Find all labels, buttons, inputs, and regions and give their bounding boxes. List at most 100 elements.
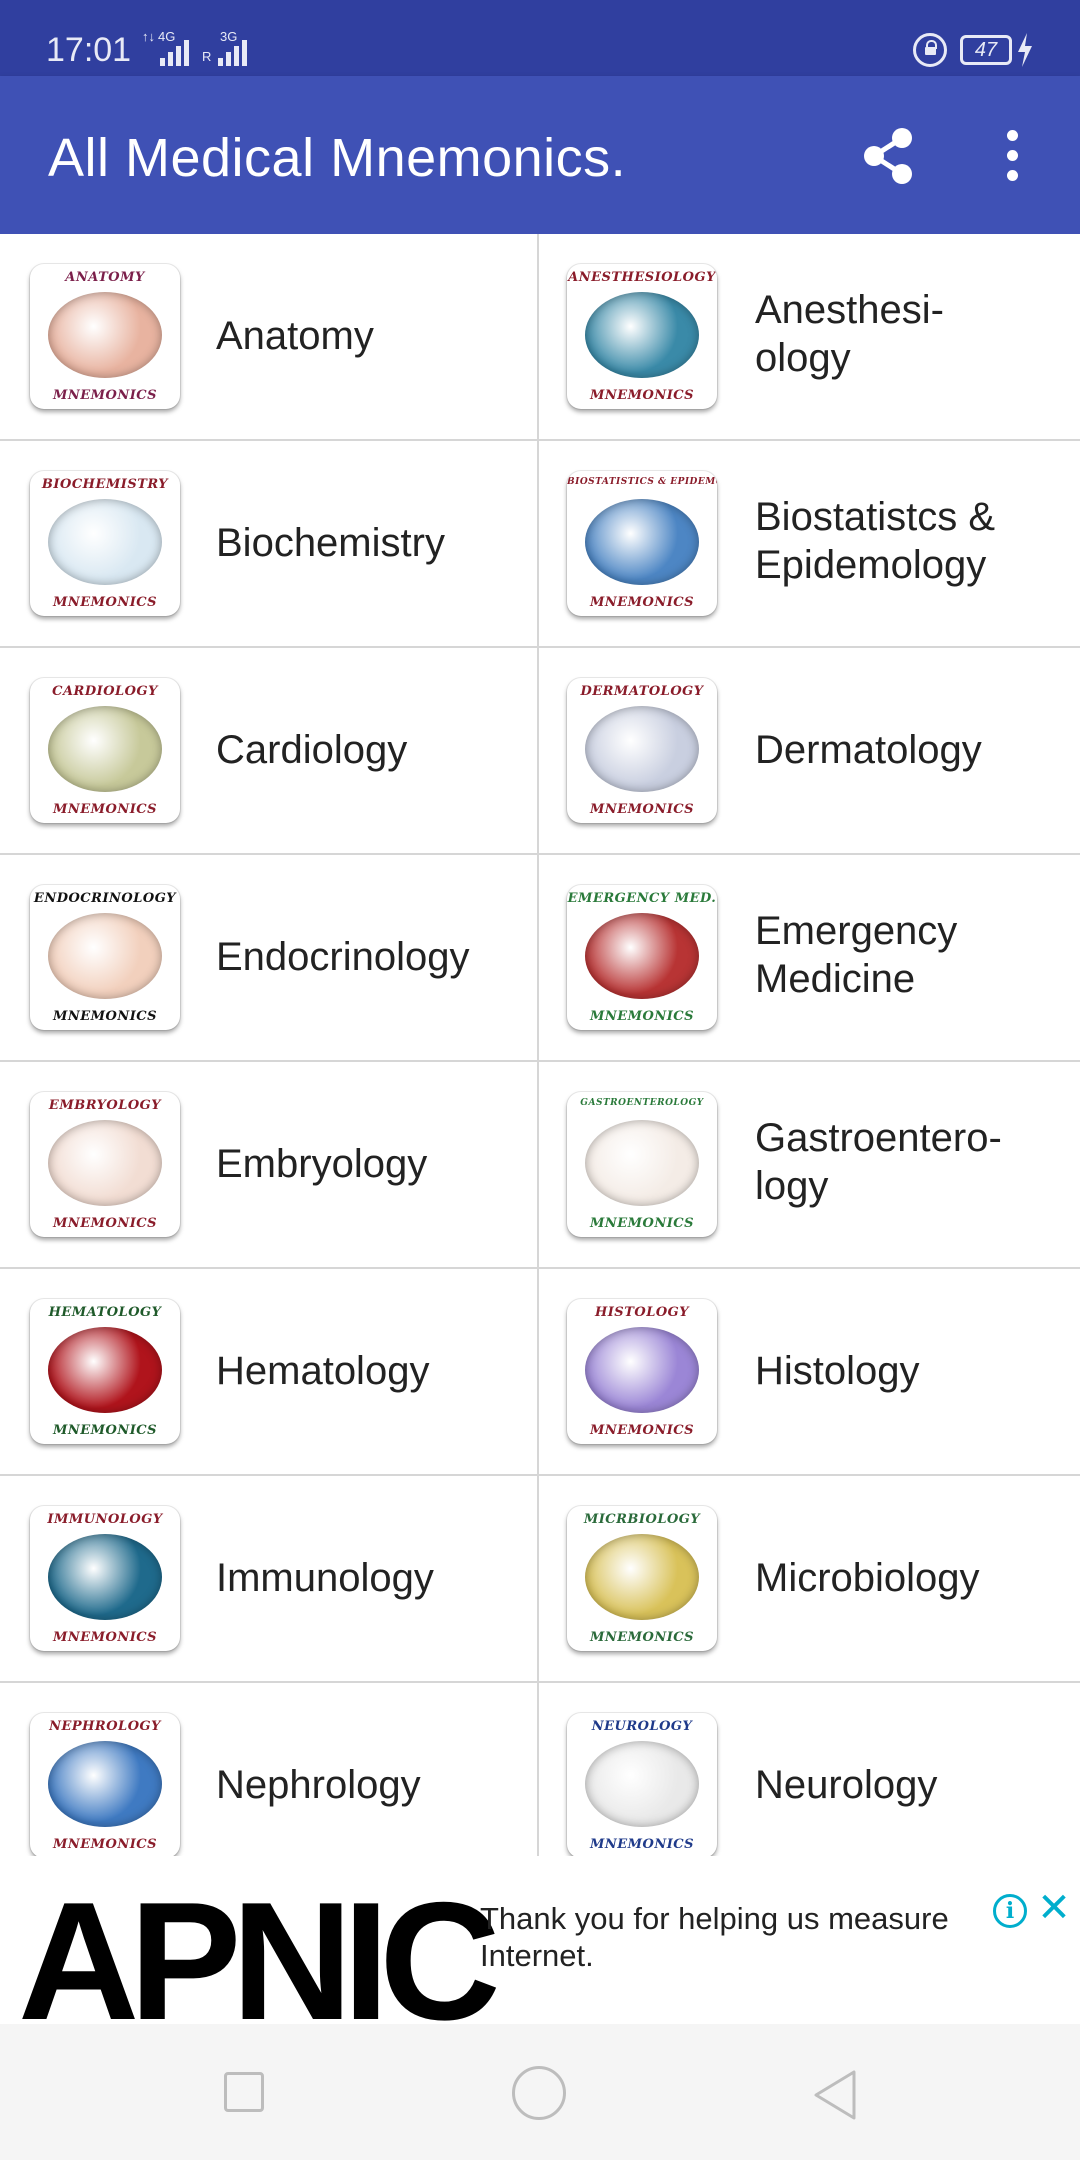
rotation-lock-icon: [913, 33, 947, 67]
thumbnail-image: [585, 1120, 699, 1206]
recents-square-icon[interactable]: [224, 2072, 264, 2112]
category-thumbnail-icon: BIOSTATISTICS & EPIDEMOLOGY MNEMONICS: [567, 471, 717, 616]
thumbnail-banner-text: DERMATOLOGY: [580, 684, 704, 699]
thumbnail-banner-text: MICRBIOLOGY: [583, 1512, 701, 1527]
category-item[interactable]: MICRBIOLOGY MNEMONICS Microbiology: [539, 1476, 1080, 1681]
thumbnail-footer-text: MNEMONICS: [52, 802, 158, 817]
thumbnail-banner-text: NEUROLOGY: [591, 1719, 693, 1734]
signal-3g-icon: R 3G: [200, 30, 256, 66]
category-thumbnail-icon: EMBRYOLOGY MNEMONICS: [30, 1092, 180, 1237]
category-thumbnail-icon: ANATOMY MNEMONICS: [30, 264, 180, 409]
category-row: BIOCHEMISTRY MNEMONICS Biochemistry BIOSTAT…: [0, 441, 1080, 648]
ad-banner[interactable]: APNIC Thank you for helping us measure I…: [0, 1856, 1080, 2024]
thumbnail-image: [585, 292, 699, 378]
category-label: Dermatology: [755, 728, 982, 772]
thumbnail-footer-text: MNEMONICS: [52, 1216, 158, 1231]
category-thumbnail-icon: HISTOLOGY MNEMONICS: [567, 1299, 717, 1444]
thumbnail-image: [585, 706, 699, 792]
status-bar: 17:01 ↑↓ 4G R 3G 47: [0, 0, 1080, 76]
thumbnail-banner-text: ENDOCRINOLOGY: [33, 891, 177, 906]
category-grid: ANATOMY MNEMONICS Anatomy ANESTHESIOLOGY MNE…: [0, 234, 1080, 1856]
close-icon[interactable]: ✕: [1036, 1888, 1072, 1928]
info-icon[interactable]: i: [993, 1894, 1027, 1928]
category-label: Neurology: [755, 1763, 938, 1807]
thumbnail-image: [585, 1327, 699, 1413]
thumbnail-image: [48, 1327, 162, 1413]
back-triangle-icon[interactable]: [810, 2068, 860, 2122]
category-item[interactable]: CARDIOLOGY MNEMONICS Cardiology: [0, 648, 537, 853]
thumbnail-image: [585, 1741, 699, 1827]
category-item[interactable]: ANATOMY MNEMONICS Anatomy: [0, 234, 537, 439]
category-item[interactable]: EMERGENCY MED. MNEMONICS Emergency Medicin…: [539, 855, 1080, 1060]
thumbnail-image: [585, 499, 699, 585]
home-circle-icon[interactable]: [512, 2066, 566, 2120]
thumbnail-footer-text: MNEMONICS: [589, 802, 695, 817]
thumbnail-footer-text: MNEMONICS: [589, 1009, 695, 1024]
category-thumbnail-icon: IMMUNOLOGY MNEMONICS: [30, 1506, 180, 1651]
thumbnail-banner-text: EMERGENCY MED.: [567, 891, 717, 906]
ad-message: Thank you for helping us measure Interne…: [480, 1901, 949, 1973]
category-item[interactable]: HEMATOLOGY MNEMONICS Hematology: [0, 1269, 537, 1474]
thumbnail-image: [585, 913, 699, 999]
category-row: ENDOCRINOLOGY MNEMONICS Endocrinology EMERG…: [0, 855, 1080, 1062]
ad-brand-logo: APNIC: [18, 1867, 501, 2024]
category-label: Endocrinology: [216, 935, 470, 979]
category-item[interactable]: BIOCHEMISTRY MNEMONICS Biochemistry: [0, 441, 537, 646]
category-label: Nephrology: [216, 1763, 421, 1807]
thumbnail-image: [585, 1534, 699, 1620]
thumbnail-image: [48, 1741, 162, 1827]
category-item[interactable]: NEUROLOGY MNEMONICS Neurology: [539, 1683, 1080, 1856]
category-label: Cardiology: [216, 728, 408, 772]
category-thumbnail-icon: EMERGENCY MED. MNEMONICS: [567, 885, 717, 1030]
category-label: Biochemistry: [216, 521, 445, 565]
category-label: Gastroentero- logy: [755, 1116, 1002, 1208]
status-time: 17:01: [46, 31, 132, 69]
category-row: ANATOMY MNEMONICS Anatomy ANESTHESIOLOGY MNE…: [0, 234, 1080, 441]
thumbnail-footer-text: MNEMONICS: [52, 595, 158, 610]
category-row: HEMATOLOGY MNEMONICS Hematology HISTOLOGY MN…: [0, 1269, 1080, 1476]
category-item[interactable]: ENDOCRINOLOGY MNEMONICS Endocrinology: [0, 855, 537, 1060]
thumbnail-banner-text: EMBRYOLOGY: [48, 1098, 162, 1113]
category-item[interactable]: DERMATOLOGY MNEMONICS Dermatology: [539, 648, 1080, 853]
thumbnail-banner-text: ANESTHESIOLOGY: [568, 270, 716, 285]
thumbnail-footer-text: MNEMONICS: [52, 388, 158, 403]
category-item[interactable]: HISTOLOGY MNEMONICS Histology: [539, 1269, 1080, 1474]
category-item[interactable]: GASTROENTEROLOGY MNEMONICS Gastroentero- l…: [539, 1062, 1080, 1267]
category-label: Histology: [755, 1349, 920, 1393]
thumbnail-footer-text: MNEMONICS: [52, 1423, 158, 1438]
category-label: Microbiology: [755, 1556, 980, 1600]
more-vert-icon[interactable]: [992, 128, 1032, 184]
battery-icon: 47: [960, 35, 1012, 65]
thumbnail-footer-text: MNEMONICS: [589, 1216, 695, 1231]
thumbnail-footer-text: MNEMONICS: [52, 1837, 158, 1852]
category-row: IMMUNOLOGY MNEMONICS Immunology MICRBIOLOGY…: [0, 1476, 1080, 1683]
charging-bolt-icon: [1018, 33, 1032, 67]
thumbnail-image: [48, 1120, 162, 1206]
category-label: Emergency Medicine: [755, 909, 958, 1001]
thumbnail-footer-text: MNEMONICS: [589, 595, 695, 610]
thumbnail-banner-text: HISTOLOGY: [594, 1305, 690, 1320]
category-label: Hematology: [216, 1349, 430, 1393]
category-item[interactable]: NEPHROLOGY MNEMONICS Nephrology: [0, 1683, 537, 1856]
thumbnail-banner-text: CARDIOLOGY: [52, 684, 158, 699]
thumbnail-image: [48, 706, 162, 792]
category-item[interactable]: ANESTHESIOLOGY MNEMONICS Anesthesi- ology: [539, 234, 1080, 439]
category-thumbnail-icon: DERMATOLOGY MNEMONICS: [567, 678, 717, 823]
category-label: Biostatistcs & Epidemology: [755, 495, 996, 587]
category-thumbnail-icon: ENDOCRINOLOGY MNEMONICS: [30, 885, 180, 1030]
category-thumbnail-icon: HEMATOLOGY MNEMONICS: [30, 1299, 180, 1444]
category-label: Immunology: [216, 1556, 434, 1600]
category-label: Anatomy: [216, 314, 374, 358]
category-thumbnail-icon: MICRBIOLOGY MNEMONICS: [567, 1506, 717, 1651]
thumbnail-banner-text: IMMUNOLOGY: [47, 1512, 163, 1527]
app-title: All Medical Mnemonics.: [48, 128, 627, 188]
share-icon[interactable]: [856, 124, 920, 188]
category-thumbnail-icon: NEUROLOGY MNEMONICS: [567, 1713, 717, 1856]
thumbnail-image: [48, 499, 162, 585]
category-item[interactable]: IMMUNOLOGY MNEMONICS Immunology: [0, 1476, 537, 1681]
category-item[interactable]: BIOSTATISTICS & EPIDEMOLOGY MNEMONICS Bios…: [539, 441, 1080, 646]
thumbnail-banner-text: NEPHROLOGY: [49, 1719, 161, 1734]
thumbnail-footer-text: MNEMONICS: [52, 1630, 158, 1645]
thumbnail-banner-text: GASTROENTEROLOGY: [580, 1098, 704, 1108]
category-item[interactable]: EMBRYOLOGY MNEMONICS Embryology: [0, 1062, 537, 1267]
